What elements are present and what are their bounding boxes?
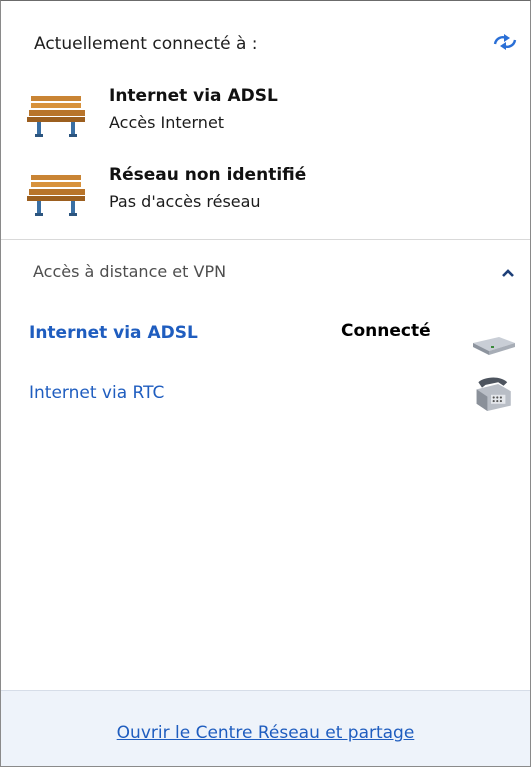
footer: Ouvrir le Centre Réseau et partage <box>1 690 530 766</box>
refresh-arrows-icon <box>493 34 517 50</box>
connection-item-internet-rtc[interactable]: Internet via RTC <box>19 377 524 417</box>
section-divider <box>1 239 530 240</box>
open-network-center-link[interactable]: Ouvrir le Centre Réseau et partage <box>1 723 530 743</box>
network-title: Réseau non identifié <box>109 165 307 185</box>
network-subtitle: Pas d'accès réseau <box>109 192 261 211</box>
vpn-section-header: Accès à distance et VPN <box>33 262 227 281</box>
telephone-modem-icon <box>476 377 511 411</box>
network-bench-icon <box>27 175 85 216</box>
network-bench-icon <box>27 96 85 137</box>
chevron-up-icon <box>502 269 514 277</box>
network-subtitle: Accès Internet <box>109 113 225 132</box>
connected-to-label: Actuellement connecté à : <box>34 34 258 54</box>
connection-item-internet-adsl[interactable]: Internet via ADSL Connecté <box>19 317 524 357</box>
network-flyout-panel: Actuellement connecté à : Internet via A… <box>0 0 531 767</box>
network-item-internet-adsl: Internet via ADSL Accès Internet <box>27 86 497 148</box>
connection-name: Internet via ADSL <box>29 323 198 343</box>
modem-icon <box>473 337 515 355</box>
network-item-unidentified: Réseau non identifié Pas d'accès réseau <box>27 165 497 227</box>
connection-name: Internet via RTC <box>29 383 165 403</box>
collapse-section-button[interactable] <box>496 263 520 283</box>
refresh-button[interactable] <box>488 27 522 57</box>
connection-status: Connecté <box>341 321 431 341</box>
network-title: Internet via ADSL <box>109 86 278 106</box>
